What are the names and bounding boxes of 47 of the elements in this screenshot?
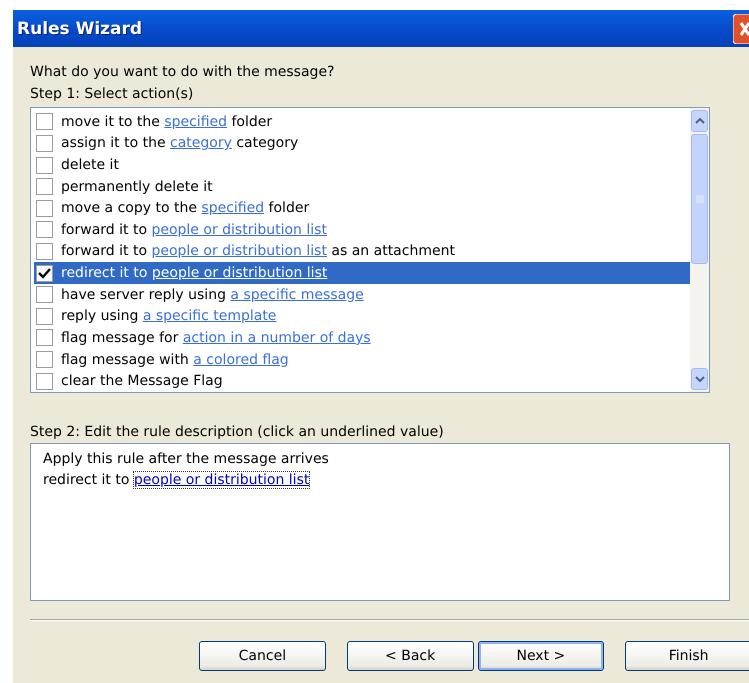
value-link[interactable]: people or distribution list xyxy=(152,265,328,282)
action-text: forward it to people or distribution list as an attachment xyxy=(61,243,455,260)
action-text: assign it to the category category xyxy=(61,135,298,152)
wizard-button[interactable]: Finish xyxy=(625,641,749,671)
question-label: What do you want to do with the message? xyxy=(30,63,334,82)
action-item[interactable]: move a copy to the specified folder xyxy=(34,197,690,220)
action-item[interactable]: flag message for action in a number of days xyxy=(34,327,690,349)
description-text: Apply this rule after the message arrives xyxy=(43,450,329,469)
window-title: Rules Wizard xyxy=(17,18,142,38)
action-item[interactable]: move it to the specified folder xyxy=(34,111,690,133)
action-item[interactable]: clear the Message Flag xyxy=(34,370,690,392)
action-text: redirect it to people or distribution list xyxy=(61,265,328,282)
value-link[interactable]: people or distribution list xyxy=(151,222,327,238)
action-item[interactable]: assign it to the category category xyxy=(34,132,690,154)
action-item[interactable]: delete it xyxy=(34,154,690,176)
action-text: delete it xyxy=(61,157,119,174)
wizard-button[interactable]: Cancel xyxy=(199,641,326,671)
action-item[interactable]: redirect it to people or distribution list xyxy=(34,262,690,284)
value-link[interactable]: action in a number of days xyxy=(182,330,371,346)
value-link[interactable]: category xyxy=(170,135,232,152)
wizard-button[interactable]: Next > xyxy=(478,641,604,671)
value-link[interactable]: a specific message xyxy=(230,286,364,303)
action-item[interactable]: permanently delete it xyxy=(34,176,690,198)
value-link[interactable]: specified xyxy=(164,114,228,130)
action-text: clear the Message Flag xyxy=(61,373,223,390)
wizard-button[interactable]: < Back xyxy=(346,641,474,671)
action-text: flag message for action in a number of days xyxy=(61,330,371,346)
step-label: Step 1: Select action(s) xyxy=(30,85,194,104)
action-text: move it to the specified folder xyxy=(61,114,272,130)
description-text: redirect it to people or distribution list xyxy=(43,471,310,490)
action-item[interactable]: reply using a specific template xyxy=(34,305,690,328)
value-link[interactable]: specified xyxy=(201,200,264,216)
action-text: flag message with a colored flag xyxy=(61,352,289,368)
action-item[interactable]: have server reply using a specific message xyxy=(34,284,690,306)
action-text: permanently delete it xyxy=(61,178,213,195)
action-text: forward it to people or distribution list xyxy=(61,222,327,238)
action-item[interactable]: forward it to people or distribution list xyxy=(34,219,690,241)
action-text: reply using a specific template xyxy=(61,308,276,324)
value-link[interactable]: people or distribution list xyxy=(151,243,327,260)
action-text: move a copy to the specified folder xyxy=(61,200,310,216)
value-link[interactable]: people or distribution list xyxy=(134,472,310,488)
value-link[interactable]: a specific template xyxy=(142,308,276,324)
step-label: Step 2: Edit the rule description (click an underlined value) xyxy=(30,423,444,442)
value-link[interactable]: a colored flag xyxy=(193,352,289,368)
action-item[interactable]: flag message with a colored flag xyxy=(34,348,690,370)
action-text: have server reply using a specific message xyxy=(61,286,364,303)
action-item[interactable]: forward it to people or distribution list as an attachment xyxy=(34,240,690,262)
